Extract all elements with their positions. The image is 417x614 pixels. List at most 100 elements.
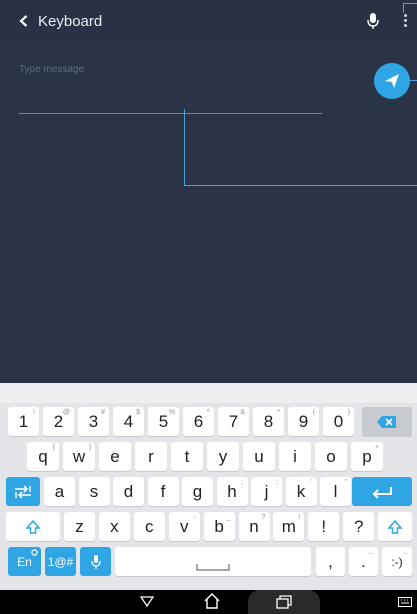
backspace-icon — [377, 415, 396, 428]
key-p[interactable]: p + — [351, 442, 383, 471]
period-key[interactable]: . ... — [349, 547, 378, 576]
guide-line — [408, 80, 417, 81]
key-hint: & — [240, 409, 245, 416]
enter-key[interactable] — [352, 477, 412, 506]
guide-line — [184, 185, 417, 186]
voice-input-key[interactable] — [80, 547, 111, 576]
language-key[interactable]: En — [8, 547, 41, 576]
shift-key-right[interactable] — [378, 512, 412, 541]
key-i[interactable]: i — [279, 442, 311, 471]
comma-label: , — [328, 551, 333, 571]
key-k[interactable]: k ' — [285, 477, 317, 506]
keyboard-panel: 1! 2 @3 #4 $5% 6 ^ 7 & 8 * 9(0) q[w] e r t y u i o p + asdfg… — [0, 403, 417, 590]
key-q[interactable]: q[ — [27, 442, 59, 471]
key-label: l — [333, 481, 338, 501]
back-arrow-icon[interactable] — [18, 15, 30, 27]
overflow-menu-icon[interactable] — [402, 12, 408, 30]
guide-line — [403, 3, 404, 13]
key-question[interactable]: ? — [343, 512, 375, 541]
key-l[interactable]: l " — [320, 477, 351, 506]
emoticon-label: :-) — [391, 554, 403, 569]
send-button[interactable] — [374, 63, 410, 99]
key-2[interactable]: 2 @ — [43, 407, 74, 436]
key-v[interactable]: v- — [168, 512, 200, 541]
key-n[interactable]: n? — [238, 512, 270, 541]
shift-icon — [387, 519, 403, 534]
back-triangle-icon[interactable] — [140, 594, 154, 608]
recents-button[interactable] — [248, 590, 320, 614]
emoticon-key[interactable]: :-) ... — [382, 547, 412, 576]
key-hint: % — [168, 409, 175, 416]
key-c[interactable]: c — [133, 512, 165, 541]
key-label: 1 — [18, 411, 29, 431]
key-hint: * — [277, 409, 280, 416]
key-hint: ; — [241, 479, 244, 486]
guide-line — [403, 3, 417, 4]
shift-key-left[interactable] — [6, 512, 60, 541]
comma-key[interactable]: , — [316, 547, 345, 576]
key-b[interactable]: b _ — [203, 512, 235, 541]
key-3[interactable]: 3 # — [78, 407, 109, 436]
key-y[interactable]: y — [207, 442, 239, 471]
period-hint: ... — [368, 549, 374, 556]
app-bar: Keyboard — [0, 0, 417, 42]
key-label: a — [54, 481, 65, 501]
key-hint: + — [374, 444, 379, 451]
key-z[interactable]: z — [64, 512, 95, 541]
key-s[interactable]: s — [78, 477, 110, 506]
key-label: 3 — [88, 411, 99, 431]
key-label: k — [296, 481, 306, 501]
key-5[interactable]: 5% — [148, 407, 179, 436]
key-9[interactable]: 9( — [288, 407, 319, 436]
key-label: 4 — [123, 411, 134, 431]
key-label: n — [249, 516, 259, 536]
keyboard-switch-icon[interactable] — [398, 597, 412, 607]
space-key[interactable] — [115, 547, 311, 576]
key-x[interactable]: x — [98, 512, 130, 541]
page-title: Keyboard — [38, 12, 103, 30]
key-label: 0 — [333, 411, 344, 431]
key-u[interactable]: u — [243, 442, 275, 471]
key-6[interactable]: 6 ^ — [183, 407, 214, 436]
key-label: p — [362, 446, 372, 466]
key-label: ! — [321, 516, 327, 536]
home-icon[interactable] — [203, 592, 221, 610]
key-hint: ( — [312, 409, 315, 416]
symbols-key[interactable]: 1@# — [45, 547, 76, 576]
key-w[interactable]: w] — [63, 442, 95, 471]
backspace-key[interactable] — [362, 407, 412, 436]
key-hint: ) — [347, 409, 350, 416]
key-hint: ' — [311, 479, 313, 486]
key-label: z — [75, 516, 84, 536]
key-o[interactable]: o — [315, 442, 347, 471]
key-hint: @ — [62, 409, 70, 416]
key-h[interactable]: h; — [216, 477, 248, 506]
microphone-icon[interactable] — [367, 12, 379, 30]
key-g[interactable]: g — [182, 477, 213, 506]
key-a[interactable]: a — [44, 477, 75, 506]
space-bar-icon — [196, 563, 230, 571]
key-e[interactable]: e — [99, 442, 131, 471]
key-f[interactable]: f — [147, 477, 179, 506]
key-hint: ? — [261, 514, 266, 521]
key-t[interactable]: t — [171, 442, 203, 471]
key-7[interactable]: 7 & — [218, 407, 249, 436]
key-8[interactable]: 8 * — [253, 407, 284, 436]
key-label: f — [160, 481, 166, 501]
key-exclamation[interactable]: ! — [308, 512, 340, 541]
key-label: i — [293, 446, 297, 466]
key-j[interactable]: j; — [251, 477, 282, 506]
input-underline — [19, 113, 322, 114]
key-label: 6 — [193, 411, 204, 431]
key-r[interactable]: r — [135, 442, 167, 471]
tab-key[interactable] — [6, 477, 40, 506]
message-input[interactable]: Type message — [19, 64, 84, 75]
shift-icon — [25, 519, 41, 534]
microphone-icon — [90, 554, 101, 569]
key-hint: _ — [226, 514, 231, 521]
key-d[interactable]: d — [113, 477, 144, 506]
key-1[interactable]: 1! — [8, 407, 39, 436]
key-0[interactable]: 0) — [323, 407, 354, 436]
key-4[interactable]: 4 $ — [113, 407, 144, 436]
key-m[interactable]: m / — [273, 512, 305, 541]
